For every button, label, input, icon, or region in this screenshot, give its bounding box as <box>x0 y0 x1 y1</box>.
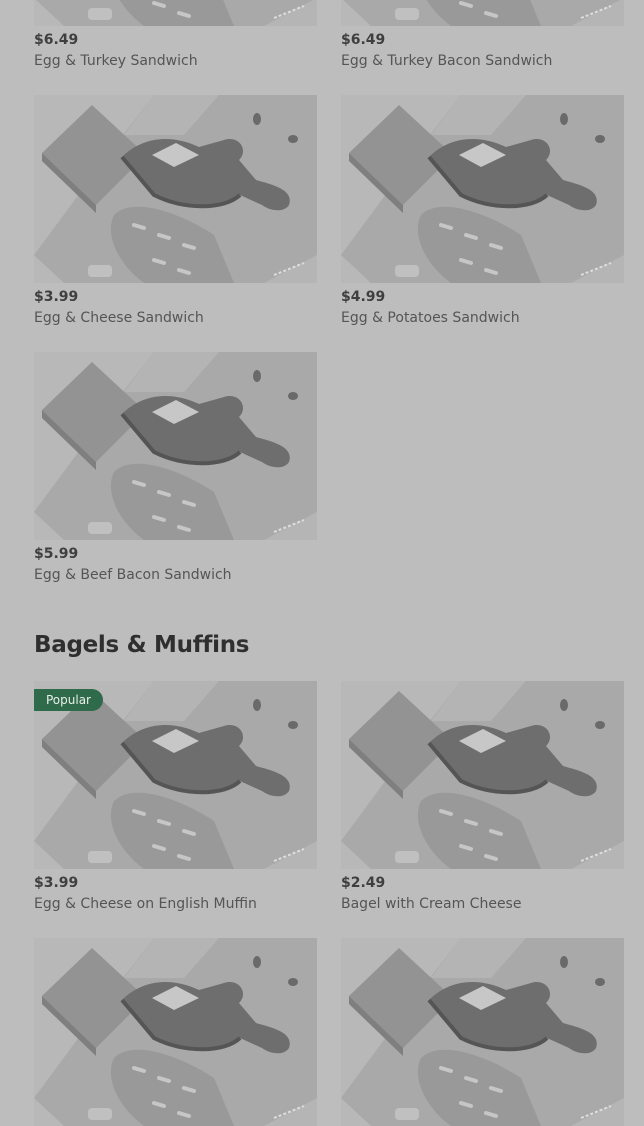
item-image <box>34 938 317 1126</box>
item-image <box>341 681 624 869</box>
item-image: Popular <box>34 681 317 869</box>
item-price: $5.99 <box>34 546 79 562</box>
item-name: Egg & Cheese on English Muffin <box>34 896 257 912</box>
menu-item-card[interactable]: $6.49 Egg & Turkey Bacon Sandwich <box>341 0 624 69</box>
item-image <box>34 352 317 540</box>
item-name: Egg & Cheese Sandwich <box>34 310 204 326</box>
menu-item-card[interactable]: Popular $3.99 Egg & Cheese on English Mu… <box>34 681 317 912</box>
item-name: Egg & Turkey Bacon Sandwich <box>341 53 553 69</box>
menu-item-card[interactable]: $6.49 Egg & Turkey Sandwich <box>34 0 317 69</box>
item-name: Egg & Potatoes Sandwich <box>341 310 520 326</box>
menu-item-card[interactable]: $4.99 Egg & Potatoes Sandwich <box>341 95 624 326</box>
item-price: $6.49 <box>34 32 79 48</box>
menu-item-card[interactable]: $2.49 Bagel with Cream Cheese <box>341 681 624 912</box>
item-price: $4.99 <box>341 289 386 305</box>
item-name: Egg & Beef Bacon Sandwich <box>34 567 232 583</box>
menu-item-card[interactable] <box>34 938 317 1126</box>
item-image <box>341 938 624 1126</box>
section-title: Bagels & Muffins <box>34 632 250 658</box>
item-price: $6.49 <box>341 32 386 48</box>
popular-badge: Popular <box>34 689 103 711</box>
item-price: $2.49 <box>341 875 386 891</box>
item-image <box>341 0 624 26</box>
item-name: Egg & Turkey Sandwich <box>34 53 198 69</box>
menu-item-card[interactable]: $5.99 Egg & Beef Bacon Sandwich <box>34 352 317 583</box>
item-image <box>34 0 317 26</box>
menu-item-card[interactable]: $3.99 Egg & Cheese Sandwich <box>34 95 317 326</box>
item-price: $3.99 <box>34 875 79 891</box>
item-name: Bagel with Cream Cheese <box>341 896 522 912</box>
item-image <box>34 95 317 283</box>
menu-item-card[interactable] <box>341 938 624 1126</box>
item-price: $3.99 <box>34 289 79 305</box>
item-image <box>341 95 624 283</box>
